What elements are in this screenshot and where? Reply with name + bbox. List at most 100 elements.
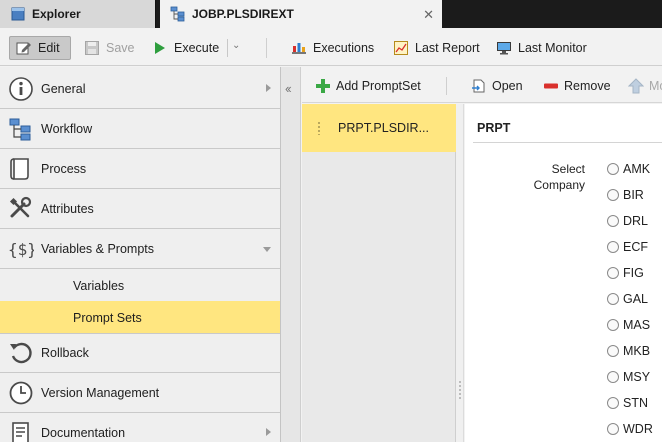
radio-button[interactable] bbox=[607, 293, 619, 305]
monitor-icon bbox=[497, 42, 511, 55]
last-report-label: Last Report bbox=[415, 41, 480, 55]
report-icon bbox=[394, 41, 408, 55]
tab-jobp[interactable]: JOBP.PLSDIREXT ✕ bbox=[160, 0, 442, 28]
radio-label: GAL bbox=[623, 292, 649, 306]
chevron-down-icon[interactable]: ⌄ bbox=[232, 40, 240, 51]
nav-item-variables-prompts[interactable]: {$} Variables & Prompts bbox=[0, 229, 280, 269]
arrow-up-icon bbox=[628, 78, 644, 94]
radio-option[interactable]: AMK bbox=[607, 161, 650, 177]
nav-sub-label: Prompt Sets bbox=[73, 310, 142, 325]
radio-button[interactable] bbox=[607, 241, 619, 253]
radio-button[interactable] bbox=[607, 189, 619, 201]
nav-item-attributes[interactable]: Attributes bbox=[0, 189, 280, 229]
save-icon bbox=[85, 41, 99, 55]
promptset-toolbar: Add PromptSet Open Remove Mo bbox=[302, 67, 662, 103]
radio-button[interactable] bbox=[607, 215, 619, 227]
radio-button[interactable] bbox=[607, 397, 619, 409]
nav-item-rollback[interactable]: Rollback bbox=[0, 333, 280, 373]
add-promptset-button[interactable]: Add PromptSet bbox=[315, 77, 421, 95]
tab-explorer-label: Explorer bbox=[32, 7, 81, 21]
radio-option[interactable]: STN bbox=[607, 395, 648, 411]
nav-label: Rollback bbox=[41, 346, 89, 360]
svg-text:{$}: {$} bbox=[8, 240, 34, 259]
radio-option[interactable]: ECF bbox=[607, 239, 648, 255]
detail-title: PRPT bbox=[477, 121, 511, 135]
save-button[interactable]: Save bbox=[84, 36, 135, 60]
open-button[interactable]: Open bbox=[471, 77, 523, 95]
drag-handle-icon[interactable] bbox=[317, 121, 321, 135]
last-monitor-button[interactable]: Last Monitor bbox=[496, 36, 587, 60]
explorer-icon bbox=[11, 7, 25, 21]
nav-collapse-strip[interactable]: ‹‹ bbox=[281, 67, 301, 442]
close-icon[interactable]: ✕ bbox=[423, 7, 434, 23]
panel-splitter[interactable] bbox=[456, 104, 464, 442]
tab-explorer[interactable]: Explorer bbox=[0, 0, 156, 28]
nav-item-general[interactable]: General bbox=[0, 69, 280, 109]
execute-split-divider bbox=[227, 39, 228, 57]
radio-option[interactable]: MSY bbox=[607, 369, 650, 385]
add-promptset-label: Add PromptSet bbox=[336, 79, 421, 93]
left-nav: General Workflow Process Attributes {$} bbox=[0, 67, 281, 442]
workflow-icon bbox=[170, 6, 185, 22]
radio-label: MSY bbox=[623, 370, 651, 384]
move-up-label: Mo bbox=[649, 79, 662, 93]
edit-button[interactable]: Edit bbox=[9, 36, 71, 60]
executions-icon bbox=[292, 43, 306, 54]
radio-option[interactable]: MKB bbox=[607, 343, 650, 359]
promptset-item-label: PRPT.PLSDIR... bbox=[338, 121, 429, 135]
divider bbox=[473, 142, 662, 143]
radio-button[interactable] bbox=[607, 163, 619, 175]
info-icon bbox=[9, 76, 33, 101]
nav-item-version-management[interactable]: Version Management bbox=[0, 373, 280, 413]
last-report-button[interactable]: Last Report bbox=[393, 36, 480, 60]
save-label: Save bbox=[106, 41, 135, 55]
radio-button[interactable] bbox=[607, 319, 619, 331]
variables-icon: {$} bbox=[8, 240, 34, 259]
last-monitor-label: Last Monitor bbox=[518, 41, 587, 55]
promptset-detail: PRPT Select Company AMK BIR DRL ECF FIG … bbox=[465, 104, 662, 442]
radio-label: STN bbox=[623, 396, 648, 410]
executions-button[interactable]: Executions bbox=[291, 36, 374, 60]
radio-label: AMK bbox=[623, 162, 651, 176]
radio-option[interactable]: BIR bbox=[607, 187, 644, 203]
radio-label: FIG bbox=[623, 266, 644, 280]
tab-strip: Explorer JOBP.PLSDIREXT ✕ bbox=[0, 0, 662, 28]
remove-label: Remove bbox=[564, 79, 611, 93]
radio-button[interactable] bbox=[607, 345, 619, 357]
nav-item-workflow[interactable]: Workflow bbox=[0, 109, 280, 149]
chevron-right-icon bbox=[266, 84, 271, 92]
double-chevron-left-icon[interactable]: ‹‹ bbox=[285, 81, 292, 96]
nav-label: Process bbox=[41, 161, 87, 176]
radio-label: WDR bbox=[623, 422, 653, 436]
nav-label: Workflow bbox=[41, 121, 93, 136]
toolbar-divider bbox=[266, 38, 267, 58]
nav-subitem-prompt-sets[interactable]: Prompt Sets bbox=[0, 301, 280, 334]
nav-label: Variables & Prompts bbox=[41, 241, 155, 256]
move-up-button[interactable]: Mo bbox=[628, 77, 662, 95]
radio-label: BIR bbox=[623, 188, 644, 202]
radio-option[interactable]: WDR bbox=[607, 421, 653, 437]
nav-item-documentation[interactable]: Documentation bbox=[0, 413, 280, 442]
radio-button[interactable] bbox=[607, 423, 619, 435]
radio-label: MAS bbox=[623, 318, 651, 332]
clock-icon bbox=[9, 381, 33, 404]
documentation-icon bbox=[12, 422, 29, 442]
radio-button[interactable] bbox=[607, 267, 619, 279]
execute-button[interactable]: Execute bbox=[152, 36, 219, 60]
radio-option[interactable]: DRL bbox=[607, 213, 648, 229]
list-item[interactable]: PRPT.PLSDIR... bbox=[302, 104, 456, 152]
nav-item-process[interactable]: Process bbox=[0, 149, 280, 189]
remove-button[interactable]: Remove bbox=[543, 77, 611, 95]
nav-sub-label: Variables bbox=[73, 278, 125, 293]
nav-subitem-variables[interactable]: Variables bbox=[0, 269, 280, 302]
tools-icon bbox=[9, 196, 32, 217]
select-company-label: Select Company bbox=[533, 162, 585, 192]
radio-option[interactable]: MAS bbox=[607, 317, 650, 333]
workflow-icon bbox=[9, 118, 31, 140]
rollback-icon bbox=[10, 342, 32, 364]
radio-option[interactable]: FIG bbox=[607, 265, 644, 281]
drag-handle-icon[interactable] bbox=[458, 380, 462, 400]
radio-option[interactable]: GAL bbox=[607, 291, 648, 307]
radio-label: ECF bbox=[623, 240, 648, 254]
radio-button[interactable] bbox=[607, 371, 619, 383]
